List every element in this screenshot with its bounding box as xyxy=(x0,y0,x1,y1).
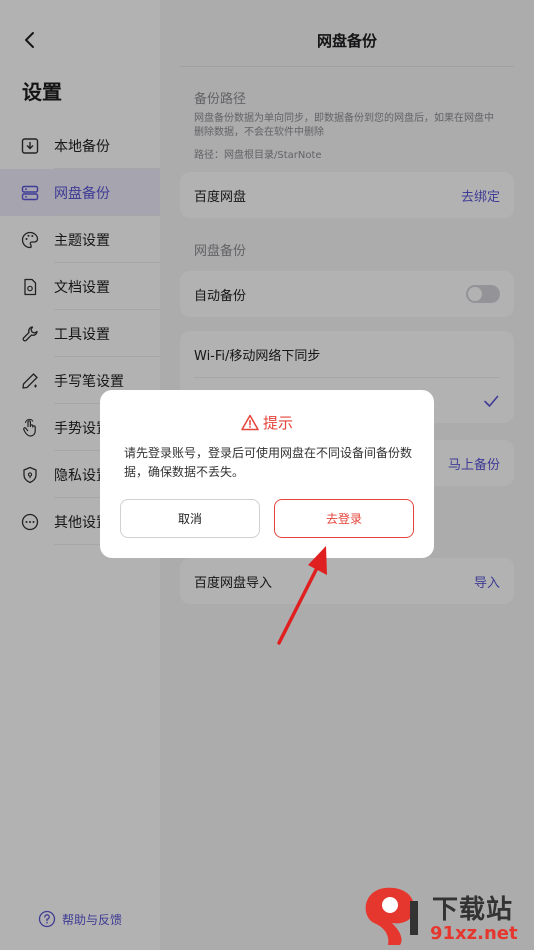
watermark: 下载站 91xz.net xyxy=(360,885,534,950)
dialog-message: 请先登录账号，登录后可使用网盘在不同设备间备份数据，确保数据不丢失。 xyxy=(124,446,413,479)
cancel-button[interactable]: 取消 xyxy=(120,499,260,538)
watermark-text-url: 91xz.net xyxy=(430,923,518,944)
login-prompt-dialog: 提示 请先登录账号，登录后可使用网盘在不同设备间备份数据，确保数据不丢失。 取消… xyxy=(100,390,434,558)
watermark-logo-icon xyxy=(365,887,418,945)
dialog-title-text: 提示 xyxy=(262,414,293,432)
warning-icon xyxy=(241,414,259,431)
dialog-title: 提示 xyxy=(100,412,434,433)
watermark-text-primary: 下载站 xyxy=(432,895,514,925)
go-login-button[interactable]: 去登录 xyxy=(274,499,414,538)
